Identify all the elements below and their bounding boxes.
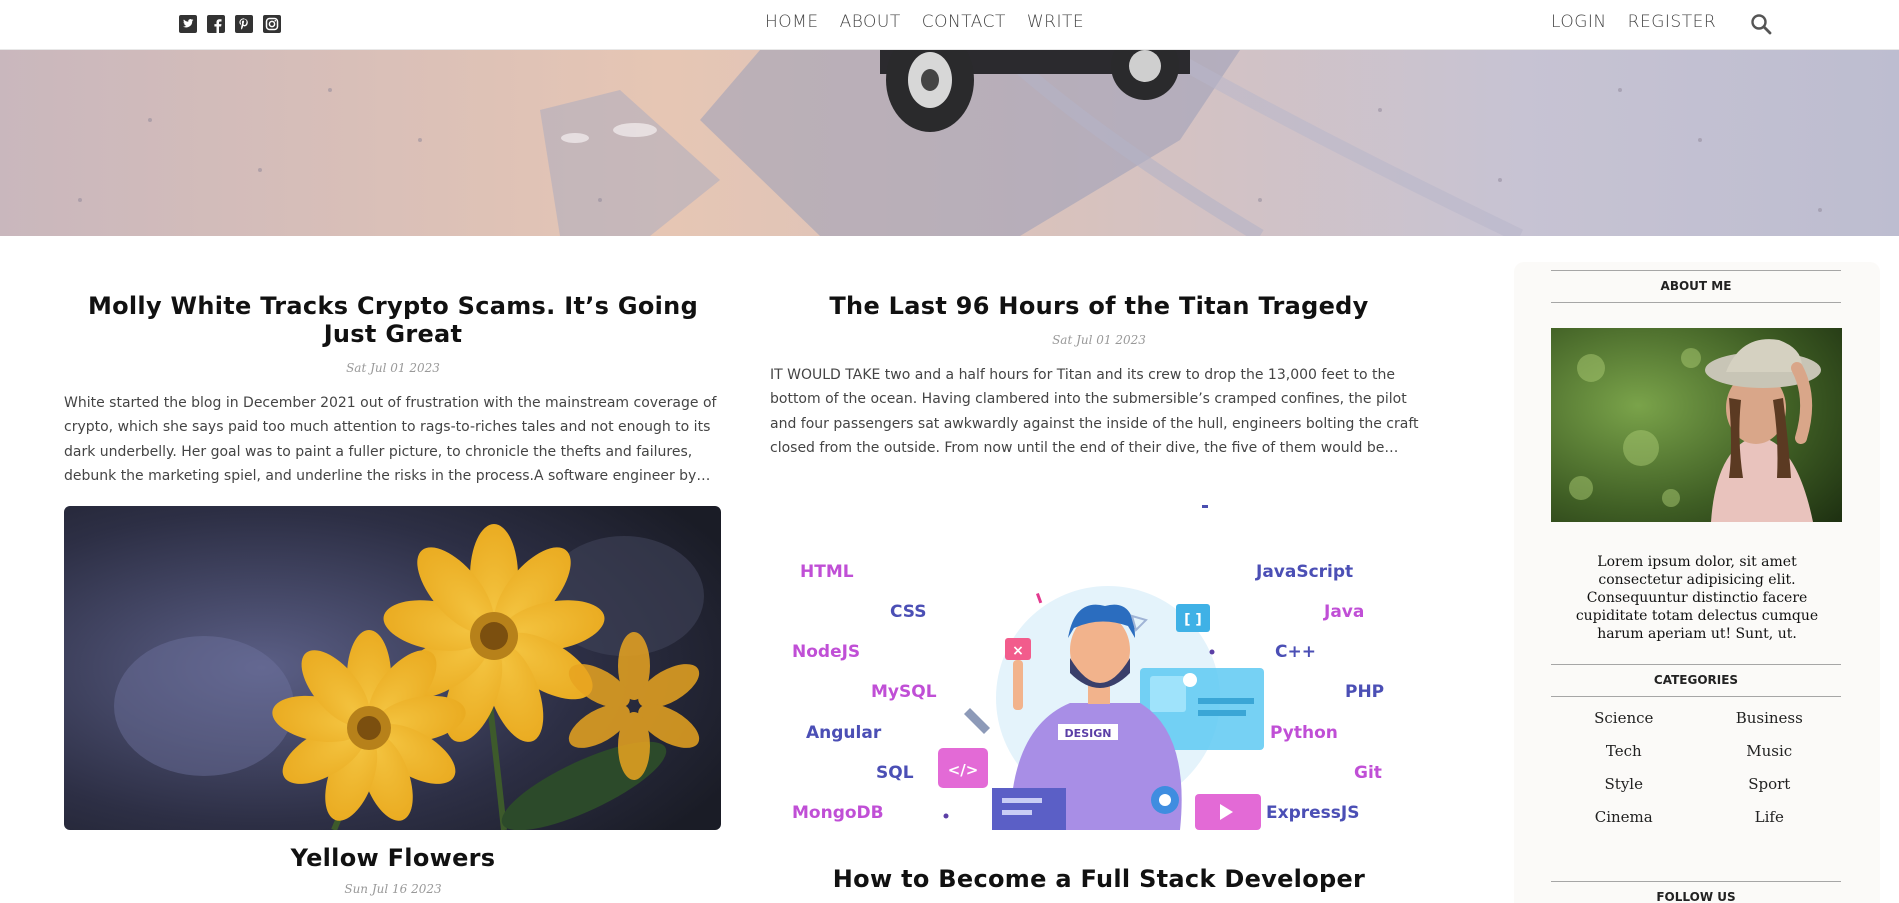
- post-description: IT WOULD TAKE two and a half hours for T…: [770, 367, 1419, 456]
- tech-tag-html: HTML: [800, 562, 854, 582]
- post-title[interactable]: Molly White Tracks Crypto Scams. It’s Go…: [64, 292, 722, 348]
- tech-tag-mysql: MySQL: [871, 682, 937, 702]
- nav-home[interactable]: HOME: [765, 12, 819, 32]
- post-title[interactable]: The Last 96 Hours of the Titan Tragedy: [770, 292, 1428, 320]
- facebook-icon[interactable]: [206, 14, 226, 34]
- post-date: Sat Jul 01 2023: [1052, 333, 1146, 347]
- category-cinema[interactable]: Cinema: [1551, 808, 1697, 827]
- post-date: Sat Jul 01 2023: [346, 361, 440, 375]
- post-card: The Last 96 Hours of the Titan Tragedy S…: [770, 292, 1428, 460]
- bracket-symbol: [ ]: [1184, 612, 1202, 628]
- post-image-full-stack[interactable]: DESIGN × </> [ ] HTML CSS NodeJS MySQL A…: [770, 498, 1428, 830]
- tech-tag-python: Python: [1270, 723, 1338, 743]
- twitter-icon[interactable]: [178, 14, 198, 34]
- tech-tag-cpp: C++: [1275, 642, 1316, 662]
- post-card: How to Become a Full Stack Developer: [770, 865, 1428, 893]
- category-sport[interactable]: Sport: [1697, 775, 1843, 794]
- categories-list: Science Business Tech Music Style Sport …: [1551, 709, 1842, 827]
- nav-about[interactable]: ABOUT: [840, 12, 901, 32]
- category-science[interactable]: Science: [1551, 709, 1697, 728]
- about-me-photo: [1551, 328, 1842, 522]
- register-link[interactable]: REGISTER: [1628, 12, 1716, 32]
- tech-tag-sql: SQL: [876, 763, 914, 783]
- pinterest-icon[interactable]: [234, 14, 254, 34]
- svg-text:×: ×: [1012, 643, 1024, 659]
- instagram-icon[interactable]: [262, 14, 282, 34]
- category-life[interactable]: Life: [1697, 808, 1843, 827]
- auth-links: LOGIN REGISTER: [1551, 12, 1716, 32]
- tech-tag-nodejs: NodeJS: [792, 642, 860, 662]
- post-date: Sun Jul 16 2023: [344, 882, 442, 896]
- login-link[interactable]: LOGIN: [1551, 12, 1607, 32]
- post-description: White started the blog in December 2021 …: [64, 395, 717, 484]
- shirt-text: DESIGN: [1065, 727, 1112, 740]
- tech-tag-java: Java: [1323, 602, 1364, 622]
- tech-tag-mongodb: MongoDB: [792, 803, 884, 823]
- social-links: [178, 14, 282, 34]
- post-card: Yellow Flowers Sun Jul 16 2023: [64, 844, 722, 896]
- categories-heading: CATEGORIES: [1551, 664, 1841, 697]
- top-bar: HOME ABOUT CONTACT WRITE LOGIN REGISTER: [0, 0, 1899, 50]
- tech-tag-angular: Angular: [806, 723, 882, 743]
- tech-tag-git: Git: [1354, 763, 1382, 783]
- nav-write[interactable]: WRITE: [1027, 12, 1084, 32]
- category-tech[interactable]: Tech: [1551, 742, 1697, 761]
- nav-contact[interactable]: CONTACT: [922, 12, 1006, 32]
- follow-us-heading: FOLLOW US: [1551, 881, 1841, 903]
- category-style[interactable]: Style: [1551, 775, 1697, 794]
- main-nav: HOME ABOUT CONTACT WRITE: [765, 12, 1084, 32]
- sidebar: ABOUT ME Lorem ipsum dolor, sit amet con…: [1514, 262, 1880, 903]
- search-icon[interactable]: [1749, 12, 1773, 36]
- tech-tag-expressjs: ExpressJS: [1266, 803, 1359, 823]
- about-me-text: Lorem ipsum dolor, sit amet consectetur …: [1575, 554, 1819, 642]
- hero-image: [0, 50, 1899, 236]
- tech-tag-php: PHP: [1345, 682, 1384, 702]
- tech-tag-javascript: JavaScript: [1255, 562, 1353, 582]
- post-image-yellow-flowers[interactable]: [64, 506, 721, 830]
- about-me-heading: ABOUT ME: [1551, 270, 1841, 303]
- post-title[interactable]: How to Become a Full Stack Developer: [770, 865, 1428, 893]
- category-music[interactable]: Music: [1697, 742, 1843, 761]
- code-symbol: </>: [948, 761, 979, 779]
- category-business[interactable]: Business: [1697, 709, 1843, 728]
- post-title[interactable]: Yellow Flowers: [64, 844, 722, 872]
- post-card: Molly White Tracks Crypto Scams. It’s Go…: [64, 292, 722, 488]
- tech-tag-css: CSS: [890, 602, 927, 622]
